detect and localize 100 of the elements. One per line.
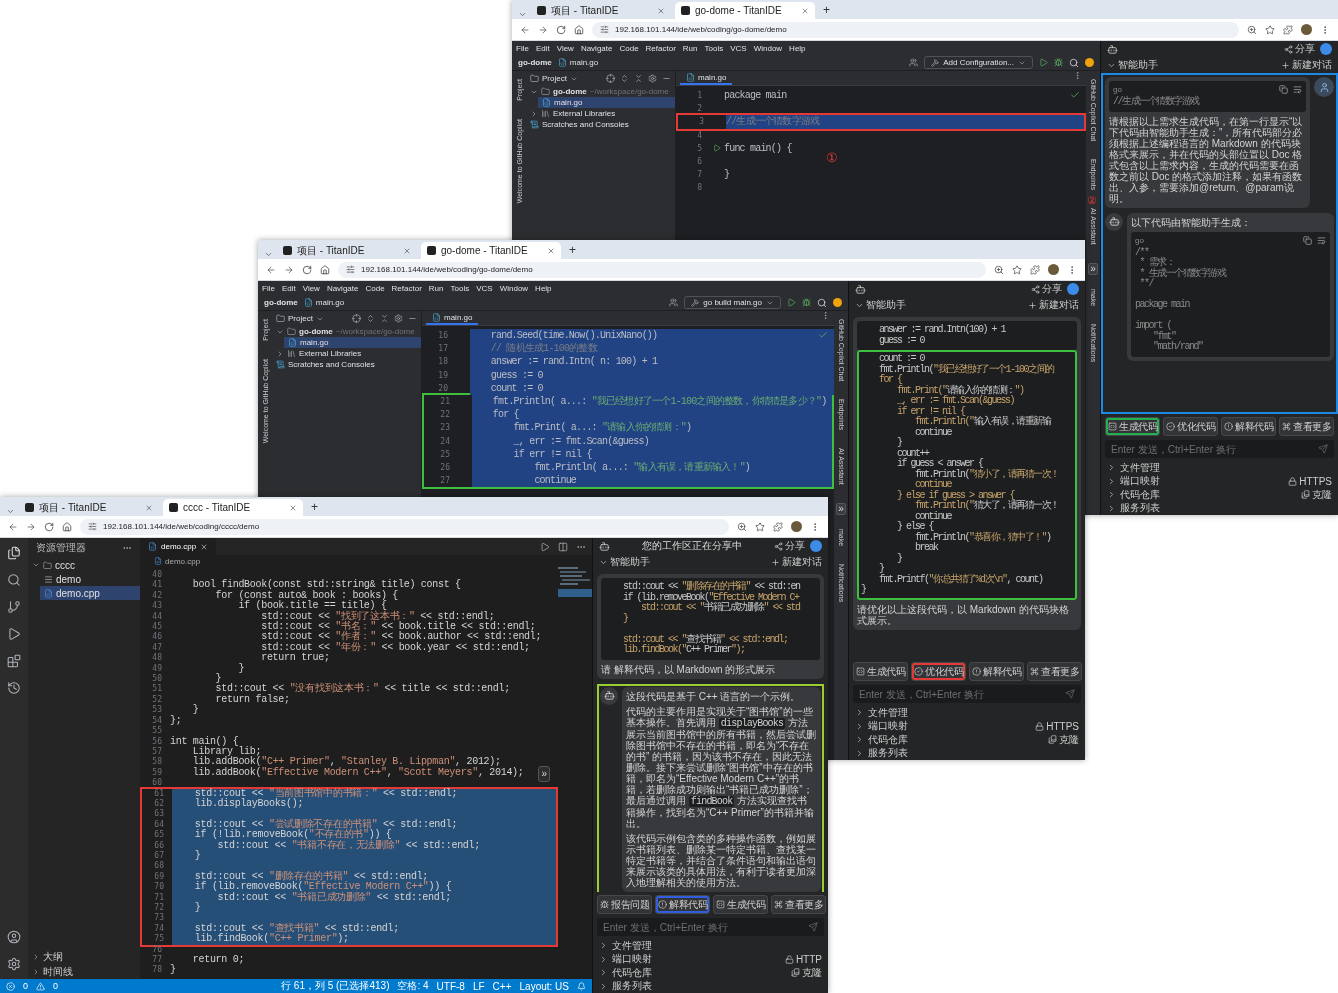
browser-tab[interactable]: go-dome - TitanIDE: [421, 242, 561, 259]
forward-icon[interactable]: [26, 521, 36, 532]
send-icon[interactable]: [808, 922, 818, 932]
panel-section[interactable]: 代码仓库 克隆: [1101, 488, 1338, 502]
send-icon[interactable]: [1065, 689, 1075, 699]
panel-section[interactable]: 文件管理: [849, 706, 1085, 720]
run-icon[interactable]: [540, 541, 550, 552]
copy-icon[interactable]: [1279, 85, 1288, 94]
project-name[interactable]: go-dome: [264, 298, 298, 307]
back-icon[interactable]: [8, 521, 18, 532]
user-avatar[interactable]: [1320, 43, 1332, 55]
breadcrumb-file[interactable]: main.go: [557, 58, 599, 67]
status-item[interactable]: 行 61，列 5 (已选择413): [281, 979, 390, 993]
status-item[interactable]: UTF-8: [436, 980, 465, 992]
action-button[interactable]: 查看更多: [771, 895, 826, 914]
menu-item[interactable]: VCS: [730, 43, 747, 53]
debug-icon[interactable]: [1054, 58, 1063, 67]
debug-icon[interactable]: [802, 298, 811, 307]
users-icon[interactable]: [669, 298, 679, 307]
section-action[interactable]: HTTPS: [1288, 475, 1332, 487]
sidebar-section[interactable]: 大纲: [28, 949, 140, 964]
user-avatar[interactable]: [1067, 283, 1079, 295]
run-icon[interactable]: [1039, 58, 1048, 67]
search-icon[interactable]: [7, 573, 21, 587]
history-icon[interactable]: [7, 681, 21, 695]
tree-item[interactable]: main.go: [284, 337, 421, 348]
tree-item[interactable]: Scratches and Consoles: [272, 359, 421, 370]
sidebar-section[interactable]: 时间线: [28, 964, 140, 979]
menu-item[interactable]: Refactor: [391, 283, 422, 293]
zoom-icon[interactable]: [737, 521, 747, 532]
search-icon[interactable]: [817, 297, 827, 308]
tree-item[interactable]: cccc: [28, 558, 140, 572]
menu-item[interactable]: Window: [753, 43, 783, 53]
more-icon[interactable]: [1073, 71, 1082, 80]
profile-avatar[interactable]: [791, 521, 802, 532]
chevron-down-icon[interactable]: [6, 507, 15, 516]
reload-icon[interactable]: [302, 264, 312, 275]
settings-icon[interactable]: [648, 74, 657, 83]
profile-avatar[interactable]: [1048, 264, 1059, 275]
editor-tab[interactable]: main.go: [680, 71, 733, 85]
menu-item[interactable]: Tools: [450, 283, 470, 293]
search-icon[interactable]: [1069, 57, 1079, 68]
menu-item[interactable]: Code: [619, 43, 639, 53]
user-avatar[interactable]: [810, 540, 822, 552]
run-configuration-button[interactable]: Add Configuration...: [924, 56, 1033, 69]
panel-section[interactable]: 服务列表: [1101, 501, 1338, 515]
section-action[interactable]: 克隆: [1301, 487, 1332, 502]
share-button[interactable]: 分享: [1284, 42, 1315, 56]
browser-tab[interactable]: 项目 - TitanIDE: [531, 2, 671, 19]
breadcrumb-file[interactable]: main.go: [303, 298, 345, 307]
forward-icon[interactable]: [284, 264, 294, 275]
action-button[interactable]: 解释代码: [1221, 417, 1276, 436]
menu-item[interactable]: File: [262, 283, 275, 293]
action-button[interactable]: 生成代码: [713, 895, 768, 914]
bell-icon[interactable]: [577, 981, 586, 991]
more-icon[interactable]: [821, 311, 830, 320]
menu-item[interactable]: Tools: [704, 43, 724, 53]
action-button[interactable]: 解释代码: [969, 662, 1024, 681]
back-icon[interactable]: [266, 264, 276, 275]
tree-item[interactable]: External Libraries: [272, 348, 421, 359]
account-icon[interactable]: [7, 930, 21, 944]
status-item[interactable]: C++: [492, 980, 512, 992]
panel-section[interactable]: 文件管理: [1101, 461, 1338, 475]
branch-icon[interactable]: [7, 600, 21, 614]
menu-item[interactable]: Help: [535, 283, 552, 293]
home-icon[interactable]: [62, 521, 72, 532]
action-button[interactable]: 优化代码: [911, 662, 966, 681]
files-icon[interactable]: [7, 546, 21, 560]
panel-section[interactable]: 代码仓库 克隆: [593, 966, 828, 980]
star-icon[interactable]: [1012, 264, 1022, 275]
message-input-field[interactable]: Enter 发送，Ctrl+Enter 换行: [597, 918, 824, 936]
zoom-icon[interactable]: [994, 264, 1004, 275]
menu-item[interactable]: View: [556, 43, 574, 53]
menu-item[interactable]: View: [302, 283, 320, 293]
update-icon[interactable]: [1085, 58, 1094, 67]
status-item[interactable]: Layout: US: [519, 980, 569, 992]
breadcrumb-item[interactable]: demo.cpp: [154, 556, 201, 566]
collapse-icon[interactable]: [634, 74, 643, 83]
close-icon[interactable]: [145, 503, 153, 512]
message-input-field[interactable]: Enter 发送，Ctrl+Enter 换行: [1105, 440, 1334, 458]
extension-icon[interactable]: [1030, 264, 1040, 275]
home-icon[interactable]: [320, 264, 330, 275]
new-chat-button[interactable]: 新建对话: [771, 555, 822, 569]
action-button[interactable]: 解释代码: [655, 895, 710, 914]
project-view-dropdown[interactable]: Project: [530, 74, 578, 83]
panel-section[interactable]: 服务列表: [849, 746, 1085, 760]
new-chat-button[interactable]: 新建对话: [1281, 58, 1332, 72]
close-icon[interactable]: [403, 246, 411, 255]
back-icon[interactable]: [520, 24, 530, 35]
reload-icon[interactable]: [44, 521, 54, 532]
tree-item[interactable]: demo: [40, 572, 140, 586]
menu-item[interactable]: Edit: [535, 43, 550, 53]
users-icon[interactable]: [909, 58, 919, 67]
home-icon[interactable]: [574, 24, 584, 35]
panel-section[interactable]: 服务列表: [593, 979, 828, 993]
send-icon[interactable]: [1318, 444, 1328, 454]
section-action[interactable]: 克隆: [791, 965, 822, 980]
forward-icon[interactable]: [538, 24, 548, 35]
editor-tab[interactable]: main.go: [426, 311, 479, 325]
share-button[interactable]: 分享: [1031, 282, 1062, 296]
